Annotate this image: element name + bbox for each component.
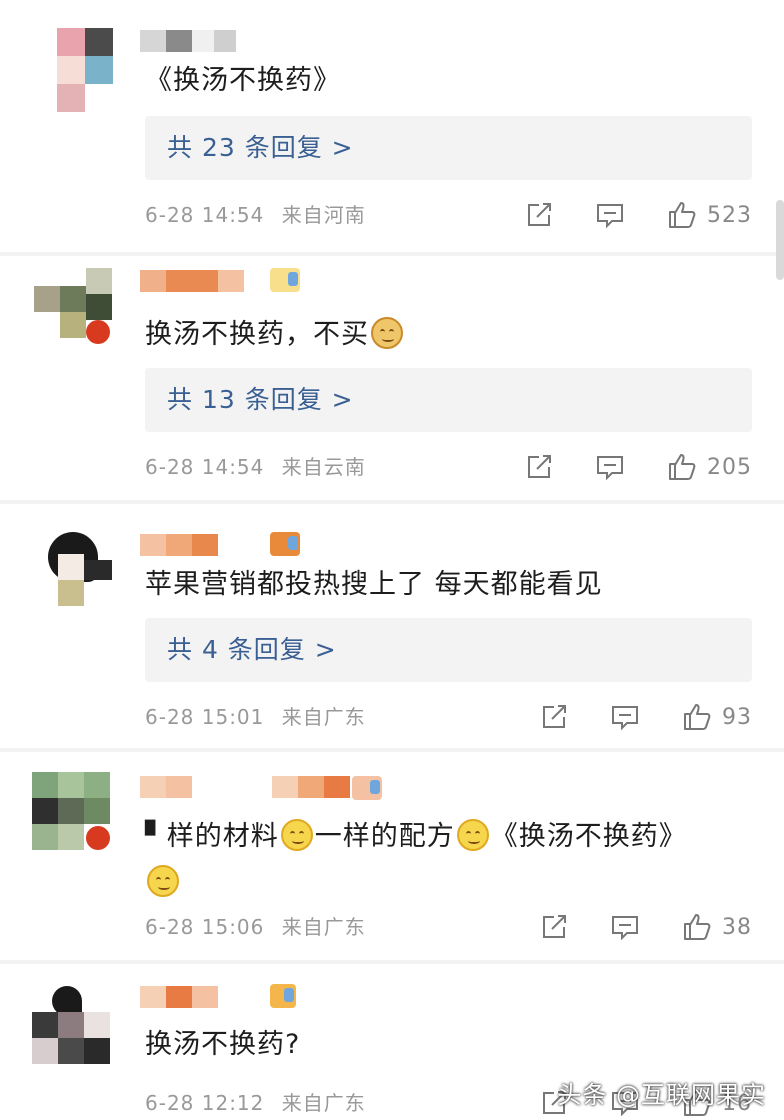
comment-location: 来自广东 bbox=[281, 1091, 366, 1115]
watermark: 头条 @互联网果实 bbox=[557, 1081, 766, 1109]
comment-date: 6-28 12:12 bbox=[145, 1091, 265, 1115]
comment-text-part: 一样的配方 bbox=[314, 821, 455, 852]
user-badge-icon bbox=[270, 532, 300, 556]
comment-meta: 6-28 15:01 来自广东 bbox=[145, 702, 366, 732]
comment-icon bbox=[612, 706, 638, 731]
comment-text: 换汤不换药，不买 bbox=[145, 312, 744, 358]
user-badge-icon bbox=[270, 268, 300, 292]
comment-feed: 《换汤不换药》 共 23 条回复 > 6-28 14:54 来自河南 523 换… bbox=[0, 0, 784, 1120]
comment-icon bbox=[612, 916, 638, 941]
username-blurred-2 bbox=[272, 776, 350, 798]
comment-location: 来自广东 bbox=[281, 705, 366, 729]
like-count: 523 bbox=[707, 202, 752, 228]
share-button[interactable] bbox=[525, 201, 553, 229]
smirk-emoji-icon bbox=[280, 819, 313, 851]
comment-meta: 6-28 12:12 来自广东 bbox=[145, 1088, 366, 1118]
thumbs-up-icon bbox=[684, 704, 711, 730]
view-replies-button[interactable]: 共 13 条回复 > bbox=[145, 368, 752, 432]
comment-meta: 6-28 15:06 来自广东 bbox=[145, 912, 366, 942]
scrollbar[interactable] bbox=[776, 200, 784, 280]
comment-text: 《换汤不换药》 bbox=[145, 65, 341, 96]
username-blurred[interactable] bbox=[140, 776, 192, 798]
comment-actions: 93 bbox=[498, 700, 752, 734]
doge-emoji-icon bbox=[371, 317, 403, 349]
smirk-emoji-icon bbox=[456, 819, 489, 851]
share-icon bbox=[543, 915, 566, 938]
share-icon bbox=[528, 455, 551, 478]
comment-date: 6-28 14:54 bbox=[145, 455, 265, 479]
thumbs-up-icon bbox=[669, 202, 696, 228]
user-badge-icon bbox=[270, 984, 296, 1008]
comment-meta: 6-28 14:54 来自河南 bbox=[145, 200, 366, 230]
comment-item: 苹果营销都投热搜上了 每天都能看见 共 4 条回复 > 6-28 15:01 来… bbox=[0, 504, 784, 748]
comment-text-part: 《换汤不换药》 bbox=[490, 821, 687, 852]
comment-text: 换汤不换药? bbox=[145, 1029, 301, 1060]
user-badge-icon bbox=[352, 776, 382, 800]
comment-actions: 205 bbox=[483, 450, 752, 484]
comment-item: 《换汤不换药》 共 23 条回复 > 6-28 14:54 来自河南 523 bbox=[0, 0, 784, 252]
comment-location: 来自广东 bbox=[281, 915, 366, 939]
comment-meta: 6-28 14:54 来自云南 bbox=[145, 452, 366, 482]
view-replies-button[interactable]: 共 23 条回复 > bbox=[145, 116, 752, 180]
comment-item: 换汤不换药，不买 共 13 条回复 > 6-28 14:54 来自云南 205 bbox=[0, 256, 784, 500]
comment-button[interactable] bbox=[610, 913, 640, 941]
thumbs-up-icon bbox=[684, 914, 711, 940]
like-count: 205 bbox=[707, 454, 752, 480]
comment-actions: 523 bbox=[483, 198, 752, 232]
share-button[interactable] bbox=[540, 703, 568, 731]
comment-text-part: ▘样的材料 bbox=[145, 821, 279, 852]
like-button[interactable]: 93 bbox=[682, 702, 752, 732]
avatar[interactable] bbox=[32, 22, 113, 112]
view-replies-button[interactable]: 共 4 条回复 > bbox=[145, 618, 752, 682]
username-blurred[interactable] bbox=[140, 534, 218, 556]
like-button[interactable]: 38 bbox=[682, 912, 752, 942]
like-count: 38 bbox=[722, 914, 752, 940]
share-icon bbox=[528, 203, 551, 226]
avatar[interactable] bbox=[32, 772, 112, 862]
comment-button[interactable] bbox=[595, 453, 625, 481]
comment-date: 6-28 14:54 bbox=[145, 203, 265, 227]
comment-text-content: 换汤不换药，不买 bbox=[145, 319, 369, 350]
comment-location: 来自云南 bbox=[281, 455, 366, 479]
comment-button[interactable] bbox=[610, 703, 640, 731]
avatar[interactable] bbox=[32, 524, 112, 614]
comment-button[interactable] bbox=[595, 201, 625, 229]
username-blurred[interactable] bbox=[140, 270, 244, 292]
smirk-emoji-icon bbox=[147, 865, 179, 897]
share-button[interactable] bbox=[540, 913, 568, 941]
like-count: 93 bbox=[722, 704, 752, 730]
like-button[interactable]: 523 bbox=[667, 200, 752, 230]
comment-location: 来自河南 bbox=[281, 203, 366, 227]
comment-text: 苹果营销都投热搜上了 每天都能看见 bbox=[145, 569, 603, 600]
username-blurred[interactable] bbox=[140, 986, 218, 1008]
comment-icon bbox=[597, 456, 623, 481]
comment-date: 6-28 15:06 bbox=[145, 915, 265, 939]
share-button[interactable] bbox=[525, 453, 553, 481]
comment-item: ▘样的材料 一样的配方 《换汤不换药》 6-28 15:06 来自广东 38 bbox=[0, 752, 784, 960]
comment-date: 6-28 15:01 bbox=[145, 705, 265, 729]
comment-actions: 38 bbox=[498, 910, 752, 944]
avatar[interactable] bbox=[32, 984, 112, 1074]
comment-icon bbox=[597, 204, 623, 229]
like-button[interactable]: 205 bbox=[667, 452, 752, 482]
avatar[interactable] bbox=[32, 268, 112, 358]
thumbs-up-icon bbox=[669, 454, 696, 480]
username-blurred[interactable] bbox=[140, 30, 236, 52]
comment-text: ▘样的材料 一样的配方 《换汤不换药》 bbox=[145, 814, 744, 906]
share-icon bbox=[543, 705, 566, 728]
